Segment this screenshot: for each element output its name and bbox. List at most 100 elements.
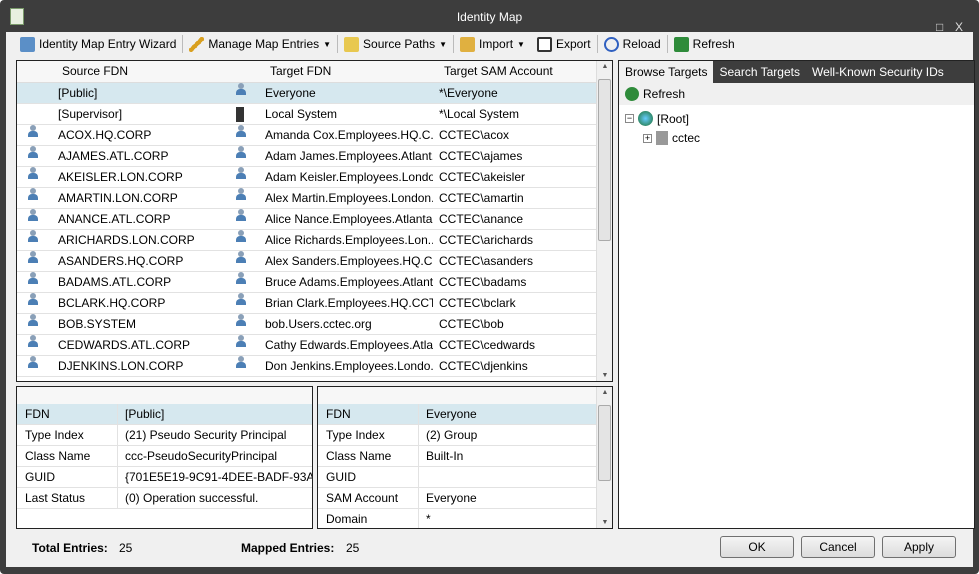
table-row[interactable]: CEDWARDS.ATL.CORP Cathy Edwards.Employees… (17, 335, 597, 356)
column-header-target[interactable]: Target FDN (270, 61, 331, 82)
scroll-thumb[interactable] (598, 79, 611, 241)
ok-button[interactable]: OK (720, 536, 794, 558)
source-fdn-cell: BADAMS.ATL.CORP (58, 275, 172, 289)
import-button[interactable]: Import ▼ (454, 33, 531, 55)
import-icon (460, 36, 476, 52)
table-row[interactable]: ARICHARDS.LON.CORP Alice Richards.Employe… (17, 230, 597, 251)
title-bar: Identity Map _ □ X (0, 0, 979, 34)
grid-header: Source FDN Target FDN Target SAM Account (17, 61, 597, 83)
scroll-up-icon[interactable]: ▲ (597, 63, 612, 70)
target-fdn-cell: Cathy Edwards.Employees.Atla... (265, 338, 433, 352)
table-row[interactable]: ASANDERS.HQ.CORP Alex Sanders.Employees.H… (17, 251, 597, 272)
targets-tabs: Browse Targets Search Targets Well-Known… (619, 61, 974, 83)
tab-search-targets[interactable]: Search Targets (713, 61, 806, 83)
table-row[interactable]: AJAMES.ATL.CORP Adam James.Employees.Atla… (17, 146, 597, 167)
detail-row: Class Name ccc-PseudoSecurityPrincipal (17, 446, 312, 467)
details-scrollbar[interactable]: ▲ ▼ (596, 387, 612, 528)
tree-node-cctec[interactable]: + cctec (643, 131, 700, 145)
collapse-icon[interactable]: − (625, 114, 634, 123)
column-header-source[interactable]: Source FDN (62, 61, 128, 82)
tree-child-label: cctec (672, 131, 701, 145)
detail-key: Class Name (25, 449, 91, 463)
detail-value: (21) Pseudo Security Principal (125, 428, 287, 442)
detail-value: Everyone (426, 491, 477, 505)
globe-icon (638, 111, 653, 126)
source-fdn-cell: ASANDERS.HQ.CORP (58, 254, 184, 268)
apply-button[interactable]: Apply (882, 536, 956, 558)
table-row[interactable]: ACOX.HQ.CORP Amanda Cox.Employees.HQ.C...… (17, 125, 597, 146)
user-icon (235, 293, 246, 306)
target-sam-cell: CCTEC\ajames (439, 149, 523, 163)
cancel-button[interactable]: Cancel (801, 536, 875, 558)
table-row[interactable]: AMARTIN.LON.CORP Alex Martin.Employees.Lo… (17, 188, 597, 209)
detail-value: {701E5E19-9C91-4DEE-BADF-93A... (125, 470, 313, 484)
target-sam-cell: CCTEC\djenkins (439, 359, 528, 373)
target-sam-cell: CCTEC\acox (439, 128, 510, 142)
wizard-button[interactable]: Identity Map Entry Wizard (14, 33, 182, 55)
domain-icon (656, 131, 668, 145)
refresh-icon (673, 36, 689, 52)
export-button[interactable]: Export (531, 33, 597, 55)
table-row[interactable]: DJENKINS.LON.CORP Don Jenkins.Employees.L… (17, 356, 597, 377)
detail-key: GUID (25, 470, 55, 484)
divider (117, 425, 118, 446)
table-row[interactable]: [Public] Everyone *\Everyone (17, 83, 597, 104)
scroll-up-icon[interactable]: ▲ (597, 389, 612, 396)
user-icon (27, 335, 38, 348)
detail-value: (0) Operation successful. (125, 491, 259, 505)
source-paths-button[interactable]: Source Paths ▼ (338, 33, 453, 55)
scroll-down-icon[interactable]: ▼ (597, 519, 612, 526)
refresh-label: Refresh (692, 37, 735, 51)
export-label: Export (555, 37, 591, 51)
manage-label: Manage Map Entries (208, 37, 320, 51)
table-row[interactable]: BOB.SYSTEM bob.Users.cctec.org CCTEC\bob (17, 314, 597, 335)
detail-key: FDN (326, 407, 351, 421)
user-icon (27, 146, 38, 159)
detail-key: Type Index (25, 428, 84, 442)
user-icon (27, 209, 38, 222)
manage-entries-button[interactable]: Manage Map Entries ▼ (183, 33, 337, 55)
detail-value: * (426, 512, 431, 526)
target-fdn-cell: Adam Keisler.Employees.Londo... (265, 170, 433, 184)
detail-key: FDN (25, 407, 50, 421)
user-icon (27, 188, 38, 201)
table-row[interactable]: BCLARK.HQ.CORP Brian Clark.Employees.HQ.C… (17, 293, 597, 314)
targets-panel: Browse Targets Search Targets Well-Known… (618, 60, 975, 529)
tab-well-known-sids[interactable]: Well-Known Security IDs (806, 61, 950, 83)
target-sam-cell: *\Local System (439, 107, 520, 121)
column-header-sam[interactable]: Target SAM Account (444, 61, 553, 82)
divider (418, 446, 419, 467)
target-fdn-cell: Bruce Adams.Employees.Atlant... (265, 275, 433, 289)
target-sam-cell: CCTEC\bob (439, 317, 504, 331)
table-row[interactable]: BADAMS.ATL.CORP Bruce Adams.Employees.Atl… (17, 272, 597, 293)
table-row[interactable]: ANANCE.ATL.CORP Alice Nance.Employees.Atl… (17, 209, 597, 230)
table-row[interactable]: AKEISLER.LON.CORP Adam Keisler.Employees.… (17, 167, 597, 188)
user-icon (27, 293, 38, 306)
divider (117, 467, 118, 488)
grid-scrollbar[interactable]: ▲ ▼ (596, 61, 612, 381)
divider (117, 446, 118, 467)
user-icon (27, 314, 38, 327)
scroll-thumb[interactable] (598, 405, 611, 481)
table-row[interactable]: [Supervisor] Local System *\Local System (17, 104, 597, 125)
detail-row: Type Index (21) Pseudo Security Principal (17, 425, 312, 446)
target-sam-cell: CCTEC\arichards (439, 233, 534, 247)
divider (117, 404, 118, 425)
target-fdn-cell: Adam James.Employees.Atlant... (265, 149, 433, 163)
tree-node-root[interactable]: − [Root] (625, 111, 689, 126)
scroll-down-icon[interactable]: ▼ (597, 372, 612, 379)
refresh-button[interactable]: Refresh (668, 33, 741, 55)
target-sam-cell: CCTEC\bclark (439, 296, 516, 310)
source-fdn-cell: AKEISLER.LON.CORP (58, 170, 183, 184)
divider (418, 509, 419, 528)
identity-map-grid[interactable]: Source FDN Target FDN Target SAM Account… (16, 60, 613, 382)
tab-browse-targets[interactable]: Browse Targets (619, 61, 714, 83)
chevron-down-icon: ▼ (517, 39, 525, 49)
target-fdn-cell: Amanda Cox.Employees.HQ.C... (265, 128, 433, 142)
browse-refresh-button[interactable]: Refresh (619, 83, 974, 105)
window-title: Identity Map (456, 10, 523, 24)
toolbar: Identity Map Entry Wizard Manage Map Ent… (6, 32, 973, 56)
reload-button[interactable]: Reload (598, 33, 667, 55)
expand-icon[interactable]: + (643, 133, 652, 143)
user-icon (27, 167, 38, 180)
